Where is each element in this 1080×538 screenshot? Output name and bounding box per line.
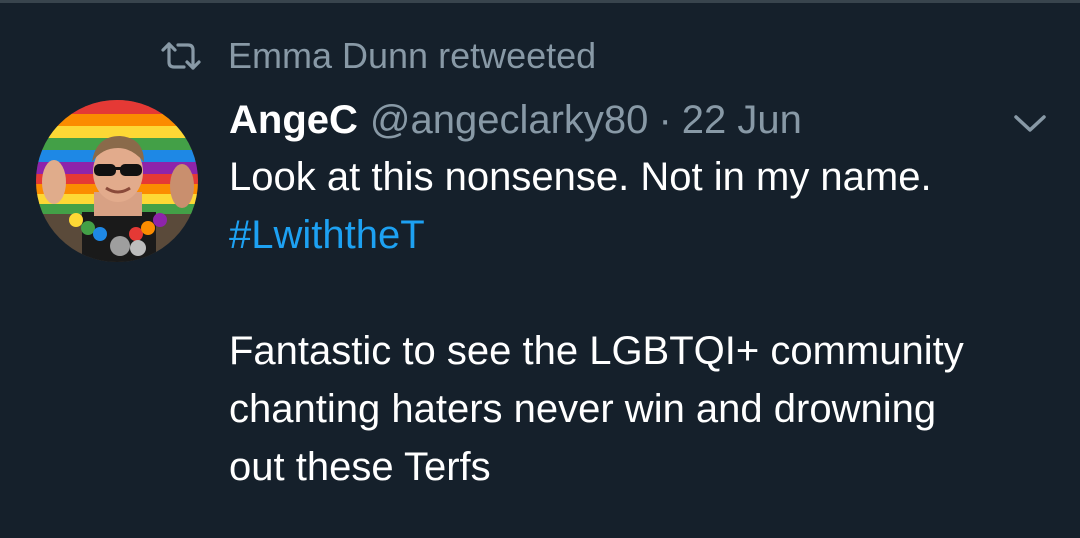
author-handle[interactable]: @angeclarky80 [370, 98, 649, 143]
retweet-icon [160, 41, 202, 71]
hashtag-link[interactable]: #LwiththeT [229, 206, 1059, 264]
tweet-line: Fantastic to see the LGBTQI+ community [229, 329, 964, 373]
author-name[interactable]: AngeC [229, 98, 358, 143]
tweet-line: Look at this nonsense. Not in my name. [229, 155, 932, 199]
tweet-text: Look at this nonsense. Not in my name. #… [229, 148, 1059, 496]
top-divider [0, 0, 1080, 3]
tweet-line: chanting haters never win and drowning [229, 387, 937, 431]
retweeted-by-text: Emma Dunn retweeted [228, 35, 597, 76]
tweet-header: AngeC @angeclarky80 · 22 Jun [229, 95, 802, 145]
tweet-date[interactable]: 22 Jun [682, 98, 802, 143]
tweet-line: out these Terfs [229, 445, 491, 489]
chevron-down-icon[interactable] [1010, 108, 1050, 138]
separator-dot: · [658, 97, 672, 142]
avatar[interactable] [36, 100, 198, 262]
retweet-context[interactable]: Emma Dunn retweeted [160, 34, 596, 78]
